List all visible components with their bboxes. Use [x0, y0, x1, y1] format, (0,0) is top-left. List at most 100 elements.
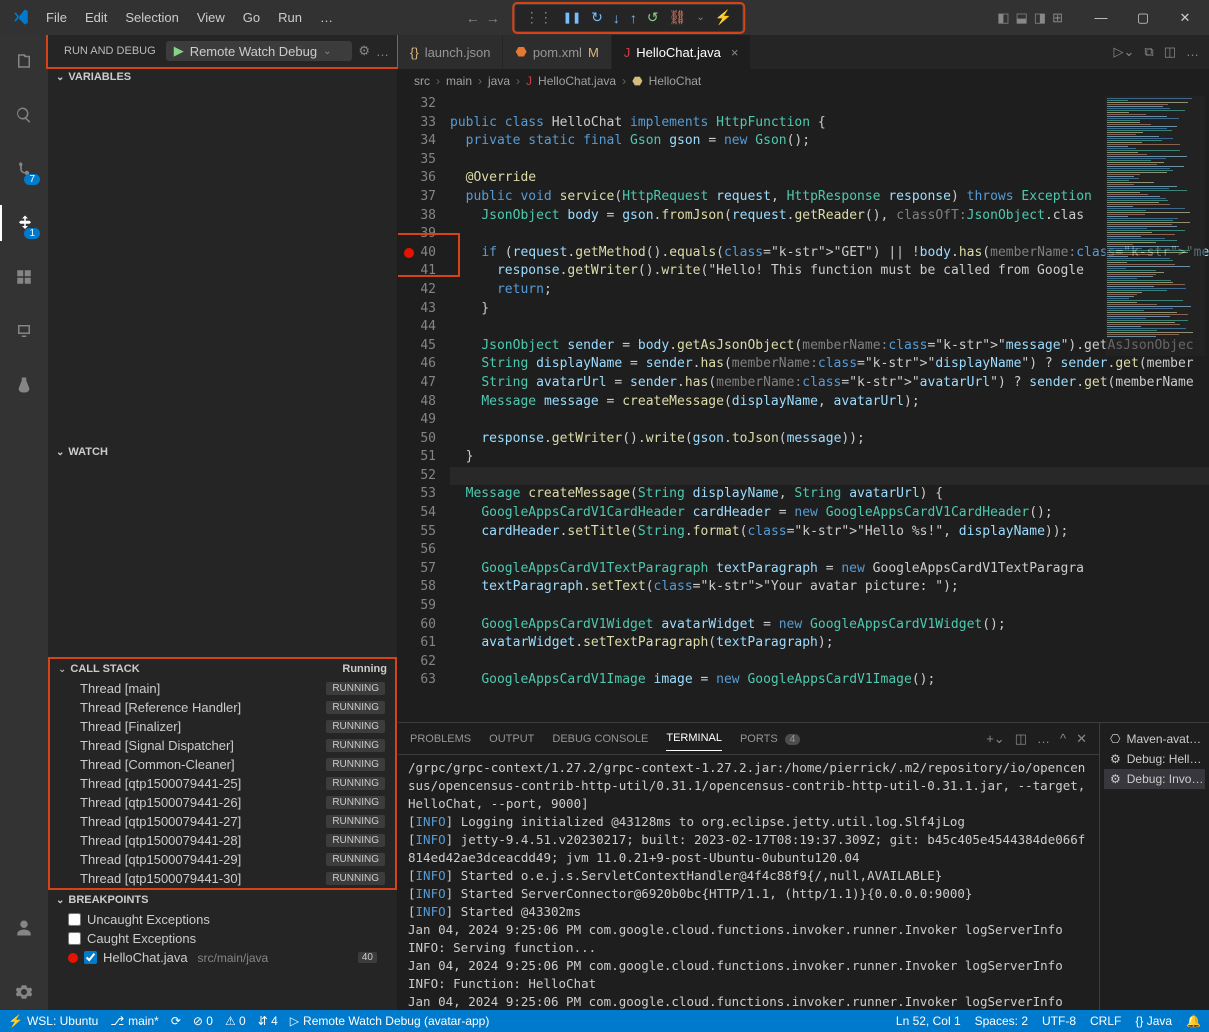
breadcrumb-item[interactable]: HelloChat.java — [538, 74, 616, 88]
debug-config-selector[interactable]: ▶ Remote Watch Debug ⌄ — [166, 41, 353, 61]
menu-edit[interactable]: Edit — [77, 6, 115, 29]
more-icon[interactable]: … — [376, 44, 389, 59]
panel-tab-problems[interactable]: PROBLEMS — [410, 727, 471, 751]
debug-grip-icon[interactable]: ⋮⋮ — [525, 9, 553, 26]
bp-uncaught-checkbox[interactable] — [68, 913, 81, 926]
new-terminal-icon[interactable]: +⌄ — [986, 731, 1004, 747]
close-tab-icon[interactable]: × — [731, 45, 739, 60]
editor-content[interactable]: 3233343536373839404142434445464748495051… — [398, 92, 1209, 722]
editor-tab[interactable]: ⬣ pom.xml M — [503, 35, 611, 69]
debug-pause-icon[interactable]: ❚❚ — [563, 11, 581, 24]
debug-step-into-icon[interactable]: ↑ — [630, 10, 637, 26]
status-sync[interactable]: ⟳ — [171, 1014, 181, 1028]
debug-disconnect-chev-icon[interactable]: ⌄ — [696, 12, 704, 23]
thread-row[interactable]: Thread [qtp1500079441-26] RUNNING — [50, 793, 395, 812]
breadcrumb-item[interactable]: src — [414, 74, 430, 88]
status-errors[interactable]: ⊘ 0 — [193, 1014, 213, 1028]
breadcrumb-item[interactable]: main — [446, 74, 472, 88]
status-eol[interactable]: CRLF — [1090, 1014, 1121, 1028]
status-lang[interactable]: {} Java — [1135, 1014, 1172, 1028]
thread-row[interactable]: Thread [qtp1500079441-30] RUNNING — [50, 869, 395, 888]
more-icon[interactable]: … — [1037, 731, 1050, 747]
activity-explorer[interactable] — [0, 43, 48, 79]
diff-icon[interactable]: ⧉ — [1144, 44, 1153, 60]
thread-row[interactable]: Thread [qtp1500079441-27] RUNNING — [50, 812, 395, 831]
status-encoding[interactable]: UTF-8 — [1042, 1014, 1076, 1028]
status-debug[interactable]: ▷Remote Watch Debug (avatar-app) — [290, 1014, 490, 1028]
bp-caught-checkbox[interactable] — [68, 932, 81, 945]
terminal-instance[interactable]: ⚙Debug: Invo… — [1104, 769, 1205, 789]
maximize-panel-icon[interactable]: ^ — [1060, 731, 1066, 747]
menu-file[interactable]: File — [38, 6, 75, 29]
split-terminal-icon[interactable]: ◫ — [1015, 731, 1027, 747]
breakpoint-dot-icon[interactable] — [404, 248, 414, 258]
status-cursor[interactable]: Ln 52, Col 1 — [896, 1014, 961, 1028]
menu-go[interactable]: Go — [235, 6, 268, 29]
bp-uncaught[interactable]: Uncaught Exceptions — [48, 910, 397, 929]
menu-view[interactable]: View — [189, 6, 233, 29]
activity-settings[interactable] — [0, 974, 48, 1010]
panel-tab-debug[interactable]: DEBUG CONSOLE — [552, 727, 648, 751]
maximize-icon[interactable]: ▢ — [1125, 10, 1161, 26]
status-branch[interactable]: ⎇main* — [110, 1014, 159, 1028]
status-ports[interactable]: ⇵ 4 — [258, 1014, 278, 1028]
debug-continue-icon[interactable]: ↻ — [591, 9, 603, 26]
breadcrumb-item[interactable]: HelloChat — [649, 74, 702, 88]
breakpoints-header[interactable]: ⌄ BREAKPOINTS — [48, 890, 397, 910]
breadcrumb[interactable]: src› main› java› J HelloChat.java› ⬣ Hel… — [398, 70, 1209, 92]
activity-scm[interactable]: 7 — [0, 151, 48, 187]
thread-row[interactable]: Thread [Finalizer] RUNNING — [50, 717, 395, 736]
terminal[interactable]: /grpc/grpc-context/1.27.2/grpc-context-1… — [398, 755, 1099, 1010]
nav-back-icon[interactable]: ← — [466, 10, 480, 26]
thread-row[interactable]: Thread [Common-Cleaner] RUNNING — [50, 755, 395, 774]
terminal-instance[interactable]: ⎔Maven-avat… — [1104, 729, 1205, 749]
menu-selection[interactable]: Selection — [117, 6, 186, 29]
bp-file-checkbox[interactable] — [84, 951, 97, 964]
layout-panel-bottom-icon[interactable]: ⬓ — [1016, 10, 1028, 26]
thread-row[interactable]: Thread [qtp1500079441-29] RUNNING — [50, 850, 395, 869]
debug-disconnect-icon[interactable]: ⛓ — [669, 9, 687, 26]
activity-search[interactable] — [0, 97, 48, 133]
status-bell[interactable]: 🔔 — [1186, 1014, 1201, 1028]
thread-row[interactable]: Thread [Signal Dispatcher] RUNNING — [50, 736, 395, 755]
code[interactable]: public class HelloChat implements HttpFu… — [450, 92, 1209, 722]
thread-row[interactable]: Thread [Reference Handler] RUNNING — [50, 698, 395, 717]
thread-row[interactable]: Thread [main] RUNNING — [50, 679, 395, 698]
variables-header[interactable]: ⌄ VARIABLES — [48, 67, 397, 87]
gutter[interactable]: 3233343536373839404142434445464748495051… — [398, 92, 450, 722]
close-icon[interactable]: ✕ — [1167, 10, 1203, 26]
terminal-instance[interactable]: ⚙Debug: Hell… — [1104, 749, 1205, 769]
editor-tab[interactable]: J HelloChat.java × — [612, 35, 752, 69]
layout-panel-left-icon[interactable]: ◧ — [997, 10, 1009, 26]
status-remote[interactable]: ⚡WSL: Ubuntu — [8, 1014, 98, 1028]
thread-row[interactable]: Thread [qtp1500079441-25] RUNNING — [50, 774, 395, 793]
layout-customize-icon[interactable]: ⊞ — [1052, 10, 1063, 26]
split-icon[interactable]: ◫ — [1164, 44, 1176, 60]
bp-file-row[interactable]: HelloChat.java src/main/java 40 — [48, 948, 397, 967]
panel-tab-output[interactable]: OUTPUT — [489, 727, 534, 751]
activity-extensions[interactable] — [0, 259, 48, 295]
activity-testing[interactable] — [0, 367, 48, 403]
editor-tab[interactable]: {} launch.json — [398, 35, 503, 69]
menu-run[interactable]: Run — [270, 6, 310, 29]
nav-forward-icon[interactable]: → — [486, 10, 500, 26]
menu-more[interactable]: … — [312, 6, 341, 29]
minimap[interactable] — [1105, 96, 1205, 356]
layout-panel-right-icon[interactable]: ◨ — [1034, 10, 1046, 26]
run-file-icon[interactable]: ▷⌄ — [1114, 44, 1135, 60]
panel-tab-terminal[interactable]: TERMINAL — [666, 726, 722, 751]
thread-row[interactable]: Thread [qtp1500079441-28] RUNNING — [50, 831, 395, 850]
close-panel-icon[interactable]: ✕ — [1076, 731, 1087, 747]
status-spaces[interactable]: Spaces: 2 — [975, 1014, 1028, 1028]
gear-icon[interactable]: ⚙ — [358, 43, 370, 59]
activity-remote[interactable] — [0, 313, 48, 349]
callstack-header[interactable]: ⌄ CALL STACK Running — [50, 659, 395, 679]
breadcrumb-item[interactable]: java — [488, 74, 510, 88]
more-icon[interactable]: … — [1186, 44, 1199, 60]
activity-account[interactable] — [0, 910, 48, 946]
debug-step-over-icon[interactable]: ↓ — [613, 10, 620, 26]
debug-hot-icon[interactable]: ⚡ — [715, 9, 732, 26]
panel-tab-ports[interactable]: PORTS 4 — [740, 727, 800, 751]
minimize-icon[interactable]: — — [1083, 10, 1119, 26]
activity-debug[interactable]: 1 — [0, 205, 48, 241]
